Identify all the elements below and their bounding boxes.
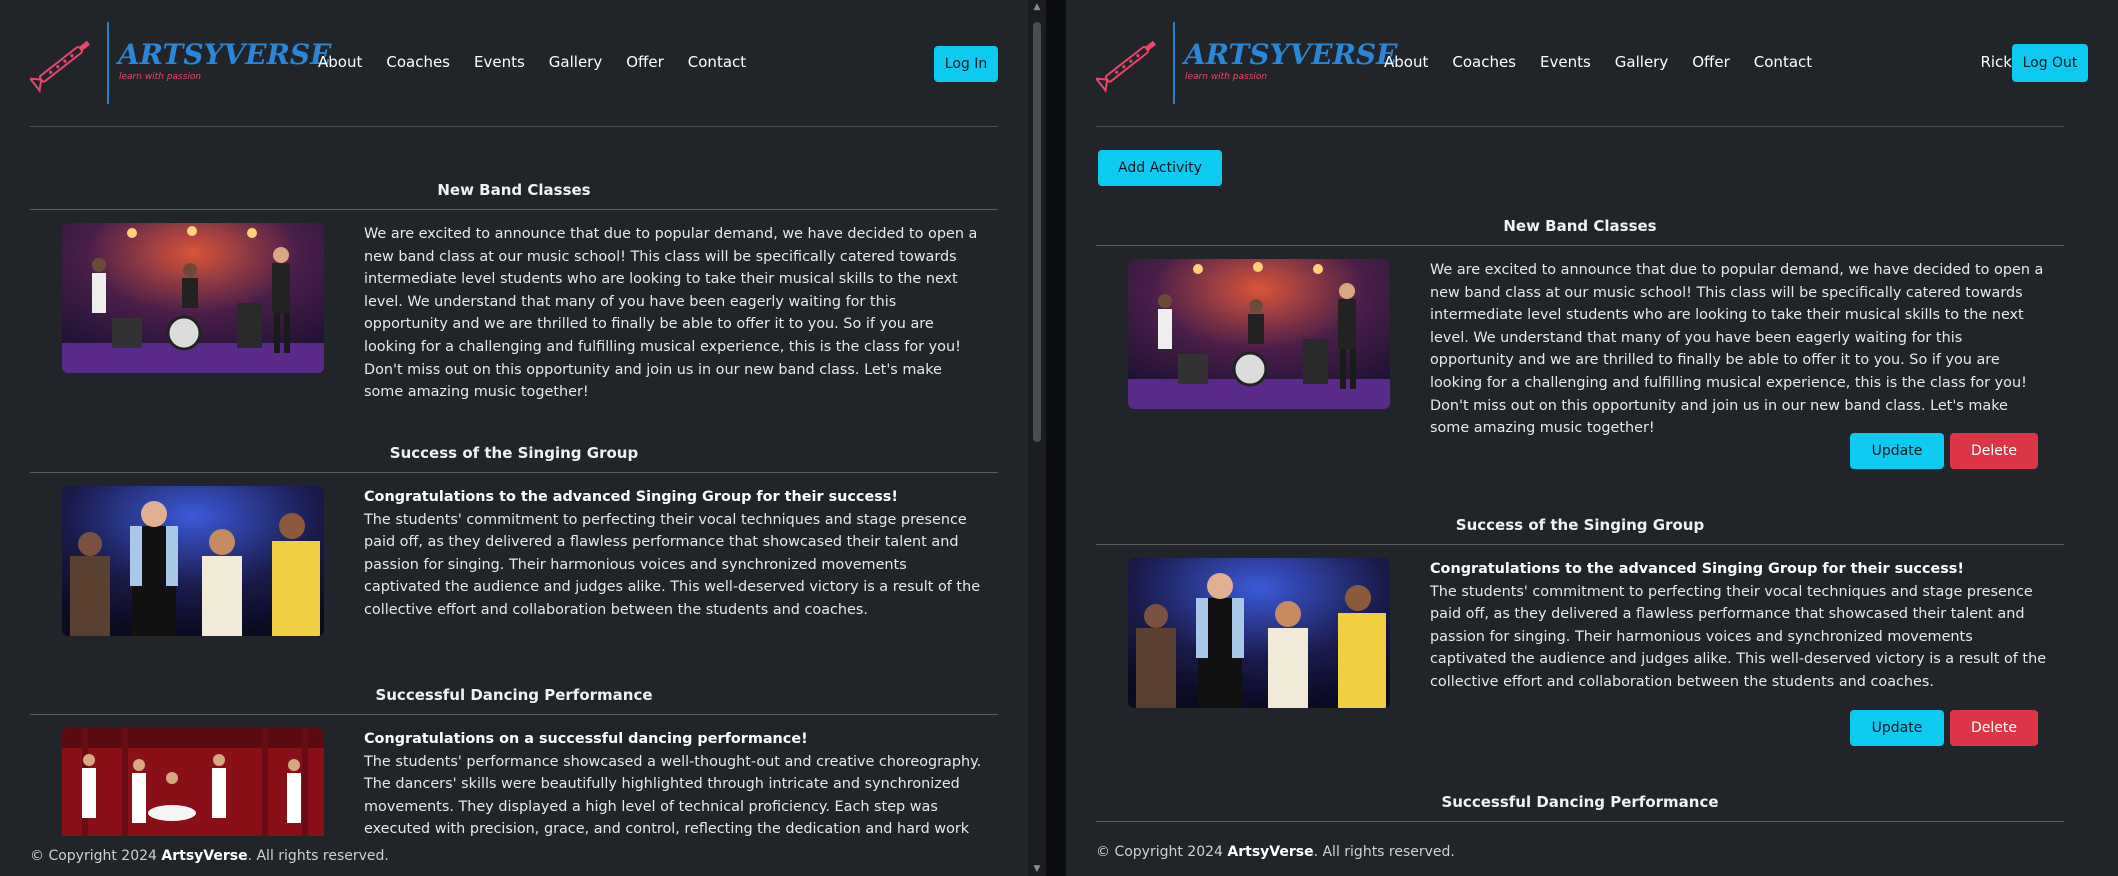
post-body: Congratulations to the advanced Singing …	[1430, 558, 2050, 694]
copyright: © Copyright 2024 ArtsyVerse. All rights …	[1096, 844, 1455, 860]
post-body-text: We are excited to announce that due to p…	[1430, 262, 2044, 437]
update-button[interactable]: Update	[1850, 433, 1944, 469]
nav-link-offer[interactable]: Offer	[1692, 53, 1730, 71]
copyright-prefix: © Copyright 2024	[1096, 844, 1223, 860]
post-divider	[1096, 544, 2064, 545]
brand-tagline: learn with passion	[1185, 72, 1268, 82]
nav-link-gallery[interactable]: Gallery	[1615, 53, 1668, 71]
logo-divider	[1173, 22, 1175, 104]
brand-logo[interactable]: ARTSYVERSE learn with passion	[1096, 20, 1397, 104]
post-actions: Update Delete	[1850, 433, 2038, 469]
copyright-suffix: . All rights reserved.	[1313, 844, 1455, 860]
copyright-brand: ArtsyVerse	[1227, 844, 1314, 860]
post-card: Successful Dancing Performance	[1096, 793, 2064, 833]
post-card: New Band Classes We are excited to annou…	[30, 181, 998, 400]
navbar: ARTSYVERSE learn with passion About Coac…	[1096, 20, 2088, 104]
nav-link-offer[interactable]: Offer	[626, 53, 664, 71]
post-title: Successful Dancing Performance	[1441, 793, 1719, 811]
post-title: New Band Classes	[1503, 217, 1657, 235]
scroll-up-arrow-icon[interactable]: ▲	[1028, 0, 1046, 14]
nav-link-gallery[interactable]: Gallery	[549, 53, 602, 71]
delete-button[interactable]: Delete	[1950, 710, 2038, 746]
copyright-suffix: . All rights reserved.	[247, 848, 389, 864]
singers-photo	[1128, 558, 1390, 708]
post-title: Success of the Singing Group	[1455, 516, 1705, 534]
post-divider	[30, 714, 998, 715]
post-body-text: The students' commitment to perfecting t…	[1430, 583, 2047, 690]
delete-button[interactable]: Delete	[1950, 433, 2038, 469]
post-card: Success of the Singing Group Congratulat…	[1096, 516, 2064, 756]
nav-link-events[interactable]: Events	[474, 53, 525, 71]
nav-link-coaches[interactable]: Coaches	[1452, 53, 1516, 71]
scroll-down-arrow-icon[interactable]: ▼	[1028, 862, 1046, 876]
post-body-text: We are excited to announce that due to p…	[364, 226, 978, 401]
post-card: New Band Classes We are excited to annou…	[1096, 217, 2064, 477]
nav-link-events[interactable]: Events	[1540, 53, 1591, 71]
post-body: We are excited to announce that due to p…	[1430, 259, 2050, 440]
nav-link-contact[interactable]: Contact	[1754, 53, 1812, 71]
brand-name: ARTSYVERSE	[118, 38, 332, 71]
post-body-text: The students' commitment to perfecting t…	[364, 511, 981, 618]
clarinet-icon	[30, 40, 91, 93]
post-headline: Congratulations to the advanced Singing …	[1430, 561, 1964, 577]
post-title: Success of the Singing Group	[389, 444, 639, 462]
user-name[interactable]: Rick	[1980, 53, 2012, 71]
window-gap	[1046, 0, 1066, 876]
post-body: Congratulations to the advanced Singing …	[364, 486, 984, 622]
brand-logo[interactable]: ARTSYVERSE learn with passion	[30, 20, 331, 104]
post-headline: Congratulations on a successful dancing …	[364, 731, 808, 747]
nav-link-contact[interactable]: Contact	[688, 53, 746, 71]
footer-bar: © Copyright 2024 ArtsyVerse. All rights …	[0, 836, 1028, 876]
header-divider	[1096, 126, 2064, 127]
post-title: Successful Dancing Performance	[375, 686, 653, 704]
update-button[interactable]: Update	[1850, 710, 1944, 746]
post-divider	[1096, 821, 2064, 822]
post-actions: Update Delete	[1850, 710, 2038, 746]
singers-photo	[62, 486, 324, 636]
public-view: ARTSYVERSE learn with passion About Coac…	[0, 0, 1028, 876]
header-divider	[30, 126, 998, 127]
footer-bar: © Copyright 2024 ArtsyVerse. All rights …	[1066, 830, 2118, 876]
main-menu: About Coaches Events Gallery Offer Conta…	[318, 53, 746, 71]
admin-view: ARTSYVERSE learn with passion About Coac…	[1066, 0, 2118, 876]
copyright-brand: ArtsyVerse	[161, 848, 248, 864]
nav-link-about[interactable]: About	[318, 53, 362, 71]
logout-button[interactable]: Log Out	[2012, 44, 2088, 82]
copyright: © Copyright 2024 ArtsyVerse. All rights …	[30, 848, 389, 864]
scroll-thumb[interactable]	[1033, 22, 1041, 442]
post-body: We are excited to announce that due to p…	[364, 223, 984, 404]
add-activity-button[interactable]: Add Activity	[1098, 150, 1222, 186]
nav-link-coaches[interactable]: Coaches	[386, 53, 450, 71]
logo-divider	[107, 22, 109, 104]
brand-tagline: learn with passion	[119, 72, 202, 82]
band-photo	[1128, 259, 1390, 409]
post-headline: Congratulations to the advanced Singing …	[364, 489, 898, 505]
brand-name: ARTSYVERSE	[1184, 38, 1398, 71]
copyright-prefix: © Copyright 2024	[30, 848, 157, 864]
login-button[interactable]: Log In	[934, 46, 998, 82]
post-divider	[1096, 245, 2064, 246]
main-menu: About Coaches Events Gallery Offer Conta…	[1384, 53, 1812, 71]
post-divider	[30, 209, 998, 210]
navbar: ARTSYVERSE learn with passion About Coac…	[30, 20, 998, 104]
post-divider	[30, 472, 998, 473]
nav-link-about[interactable]: About	[1384, 53, 1428, 71]
clarinet-icon	[1096, 40, 1157, 93]
band-photo	[62, 223, 324, 373]
post-title: New Band Classes	[437, 181, 591, 199]
left-scrollbar[interactable]: ▲ ▼	[1028, 0, 1046, 876]
post-card: Success of the Singing Group Congratulat…	[30, 444, 998, 644]
